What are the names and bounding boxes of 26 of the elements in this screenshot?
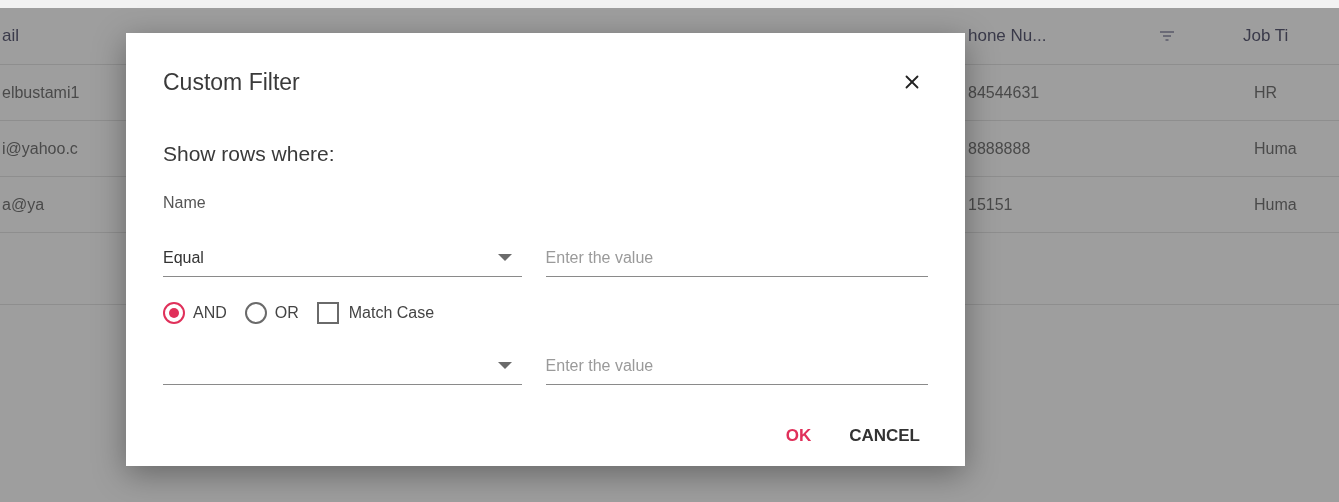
- value-input[interactable]: Enter the value: [545, 239, 928, 277]
- radio-option[interactable]: OR: [244, 301, 299, 325]
- table-cell-text: a@ya: [1, 194, 46, 215]
- table-cell-text: 15151: [968, 194, 1014, 215]
- match-case-checkbox[interactable]: Match Case: [316, 301, 435, 325]
- caret-icon: [497, 362, 512, 369]
- table-cell-text: elbustami1: [1, 82, 81, 103]
- filter-icon[interactable]: [1160, 31, 1174, 41]
- table-cell-text: HR: [1254, 82, 1278, 103]
- table-cell-text: i@yahoo.c: [1, 138, 79, 159]
- column-header: Job Ti: [1243, 25, 1289, 48]
- field-label: Name: [163, 193, 207, 213]
- radio-option[interactable]: AND: [163, 301, 227, 325]
- dialog-subtitle: Show rows where:: [163, 140, 336, 167]
- table-cell-text: Huma: [1254, 194, 1297, 215]
- caret-icon: [497, 254, 512, 261]
- operator-dropdown[interactable]: Equal: [163, 239, 522, 277]
- ok-button[interactable]: OK: [771, 417, 826, 455]
- table-cell-text: 84544631: [968, 82, 1041, 103]
- column-header: hone Nu...: [968, 25, 1048, 48]
- table-cell-text: 8888888: [968, 138, 1032, 159]
- table-cell-text: Huma: [1254, 138, 1297, 159]
- dialog-title: Custom Filter: [163, 68, 300, 97]
- column-header: ail: [1, 25, 20, 48]
- cancel-button[interactable]: CANCEL: [843, 417, 926, 455]
- value-input[interactable]: Enter the value: [545, 347, 928, 385]
